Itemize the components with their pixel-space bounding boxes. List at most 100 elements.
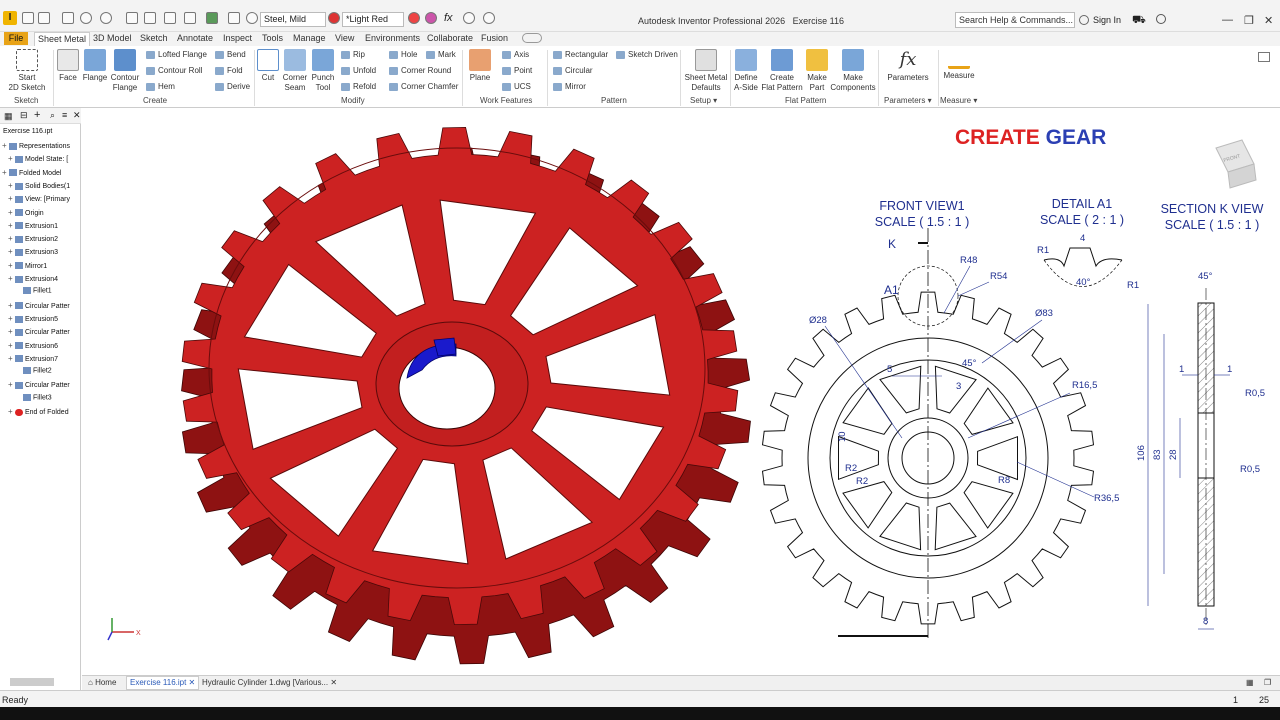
update-icon[interactable] xyxy=(164,12,176,24)
fx-icon[interactable]: fx xyxy=(444,12,453,24)
flange-button[interactable]: Flange xyxy=(81,49,109,83)
tab-fusion[interactable]: Fusion xyxy=(481,33,508,43)
settings-gear-icon[interactable] xyxy=(463,12,475,24)
expand-toggle-icon[interactable]: + xyxy=(8,154,15,163)
adjust-appearance-icon[interactable] xyxy=(425,12,437,24)
point-button[interactable]: Point xyxy=(500,64,532,78)
appearance-select[interactable]: *Light Red xyxy=(342,12,404,27)
expand-toggle-icon[interactable]: + xyxy=(8,327,15,336)
browser-node[interactable]: + Model State: [ xyxy=(8,154,88,163)
search-input[interactable]: Search Help & Commands... xyxy=(955,12,1075,28)
axis-button[interactable]: Axis xyxy=(500,48,529,62)
rectangular-pattern-button[interactable]: Rectangular xyxy=(551,48,608,62)
project-icon[interactable] xyxy=(228,12,240,24)
make-components-button[interactable]: Make Components xyxy=(830,49,876,93)
lofted-flange-button[interactable]: Lofted Flange xyxy=(144,48,207,62)
tab-file[interactable]: File xyxy=(4,32,28,45)
browser-node[interactable]: + Extrusion2 xyxy=(8,234,88,243)
select-icon[interactable] xyxy=(144,12,156,24)
tab-annotate[interactable]: Annotate xyxy=(177,33,213,43)
cut-button[interactable]: Cut xyxy=(256,49,280,83)
mirror-button[interactable]: Mirror xyxy=(551,80,586,94)
material-select[interactable]: Steel, Mild xyxy=(260,12,326,27)
expand-toggle-icon[interactable]: + xyxy=(8,380,15,389)
sheet-metal-defaults-button[interactable]: Sheet Metal Defaults xyxy=(683,49,729,93)
viewcube-icon[interactable]: FRONT xyxy=(1215,139,1257,189)
expand-toggle-icon[interactable]: + xyxy=(8,341,15,350)
tab-3d-model[interactable]: 3D Model xyxy=(93,33,132,43)
gear-icon[interactable] xyxy=(483,12,495,24)
browser-scrollbar[interactable] xyxy=(10,678,54,686)
tab-inspect[interactable]: Inspect xyxy=(223,33,252,43)
tab-view[interactable]: View xyxy=(335,33,354,43)
browser-node[interactable]: + Extrusion5 xyxy=(8,314,88,323)
browser-node[interactable]: + Extrusion3 xyxy=(8,247,88,256)
expand-toggle-icon[interactable]: + xyxy=(8,407,15,416)
circular-pattern-button[interactable]: Circular xyxy=(551,64,593,78)
browser-node[interactable]: + View: [Primary xyxy=(8,194,88,203)
tile-icon[interactable]: ▦ xyxy=(1246,678,1254,687)
home-tab[interactable]: ⌂ Home xyxy=(88,678,116,687)
new-icon[interactable] xyxy=(22,12,34,24)
contour-flange-button[interactable]: Contour Flange xyxy=(109,49,141,93)
minimize-icon[interactable]: — xyxy=(1222,14,1233,26)
derive-button[interactable]: Derive xyxy=(213,80,250,94)
measure-button[interactable]: Measure xyxy=(942,49,976,81)
start-2d-sketch-button[interactable]: Start 2D Sketch xyxy=(4,49,50,93)
browser-node[interactable]: + Solid Bodies(1 xyxy=(8,181,88,190)
hole-button[interactable]: Hole xyxy=(387,48,417,62)
browser-node[interactable]: + Mirror1 xyxy=(8,261,88,270)
save-icon[interactable] xyxy=(62,12,74,24)
parameters-button[interactable]: fx Parameters xyxy=(884,49,932,83)
tab-tools[interactable]: Tools xyxy=(262,33,283,43)
tab-hydraulic-cylinder[interactable]: Hydraulic Cylinder 1.dwg [Various... ✕ xyxy=(202,678,337,687)
browser-node[interactable]: + Extrusion4 xyxy=(8,274,88,283)
graphics-window[interactable]: X CREATE GEAR FRONT FRONT VIEW1 SCALE ( … xyxy=(82,108,1280,675)
bend-button[interactable]: Bend xyxy=(213,48,246,62)
close-icon[interactable]: ✕ xyxy=(1264,14,1273,27)
expand-toggle-icon[interactable]: + xyxy=(8,194,15,203)
section-k-drawing[interactable] xyxy=(1197,288,1215,628)
tab-environments[interactable]: Environments xyxy=(365,33,420,43)
expand-toggle-icon[interactable]: + xyxy=(2,168,9,177)
browser-node[interactable]: + Circular Patter xyxy=(8,380,88,389)
search-icon[interactable]: ⌕ xyxy=(50,110,55,121)
hem-button[interactable]: Hem xyxy=(144,80,175,94)
expand-toggle-icon[interactable]: + xyxy=(8,221,15,230)
rip-button[interactable]: Rip xyxy=(339,48,365,62)
browser-node[interactable]: + Representations xyxy=(2,141,82,150)
windows-icon[interactable]: ❐ xyxy=(1264,678,1271,687)
clear-appearance-icon[interactable] xyxy=(408,12,420,24)
open-icon[interactable] xyxy=(38,12,50,24)
face-button[interactable]: Face xyxy=(55,49,81,83)
home-icon[interactable] xyxy=(126,12,138,24)
browser-node[interactable]: + Extrusion6 xyxy=(8,341,88,350)
define-a-side-button[interactable]: Define A-Side xyxy=(731,49,761,93)
expand-toggle-icon[interactable]: + xyxy=(8,354,15,363)
cart-icon[interactable]: ⛟ xyxy=(1132,14,1146,28)
plane-button[interactable]: Plane xyxy=(465,49,495,83)
ribbon-options-icon[interactable] xyxy=(1258,52,1270,62)
create-flat-pattern-button[interactable]: Create Flat Pattern xyxy=(761,49,803,93)
ribbon-toggle-icon[interactable] xyxy=(522,33,542,43)
tab-collaborate[interactable]: Collaborate xyxy=(427,33,473,43)
expand-toggle-icon[interactable]: + xyxy=(8,274,15,283)
select-mode-icon[interactable] xyxy=(184,12,196,24)
browser-node[interactable]: + Extrusion7 xyxy=(8,354,88,363)
menu-icon[interactable]: ≡ xyxy=(62,110,67,120)
expand-toggle-icon[interactable]: + xyxy=(8,261,15,270)
expand-toggle-icon[interactable]: + xyxy=(8,301,15,310)
redo-icon[interactable] xyxy=(100,12,112,24)
expand-toggle-icon[interactable]: + xyxy=(2,141,9,150)
unfold-button[interactable]: Unfold xyxy=(339,64,376,78)
restore-icon[interactable]: ❐ xyxy=(1244,14,1254,27)
expand-toggle-icon[interactable]: + xyxy=(8,208,15,217)
browser-node[interactable]: + End of Folded xyxy=(8,407,88,416)
tab-sheet-metal[interactable]: Sheet Metal xyxy=(34,32,91,46)
corner-seam-button[interactable]: Corner Seam xyxy=(281,49,309,93)
tab-exercise-116[interactable]: Exercise 116.ipt ✕ xyxy=(126,676,200,690)
tab-manage[interactable]: Manage xyxy=(293,33,326,43)
refold-button[interactable]: Refold xyxy=(339,80,376,94)
browser-root[interactable]: Exercise 116.ipt xyxy=(3,128,83,135)
browser-node[interactable]: + Extrusion1 xyxy=(8,221,88,230)
